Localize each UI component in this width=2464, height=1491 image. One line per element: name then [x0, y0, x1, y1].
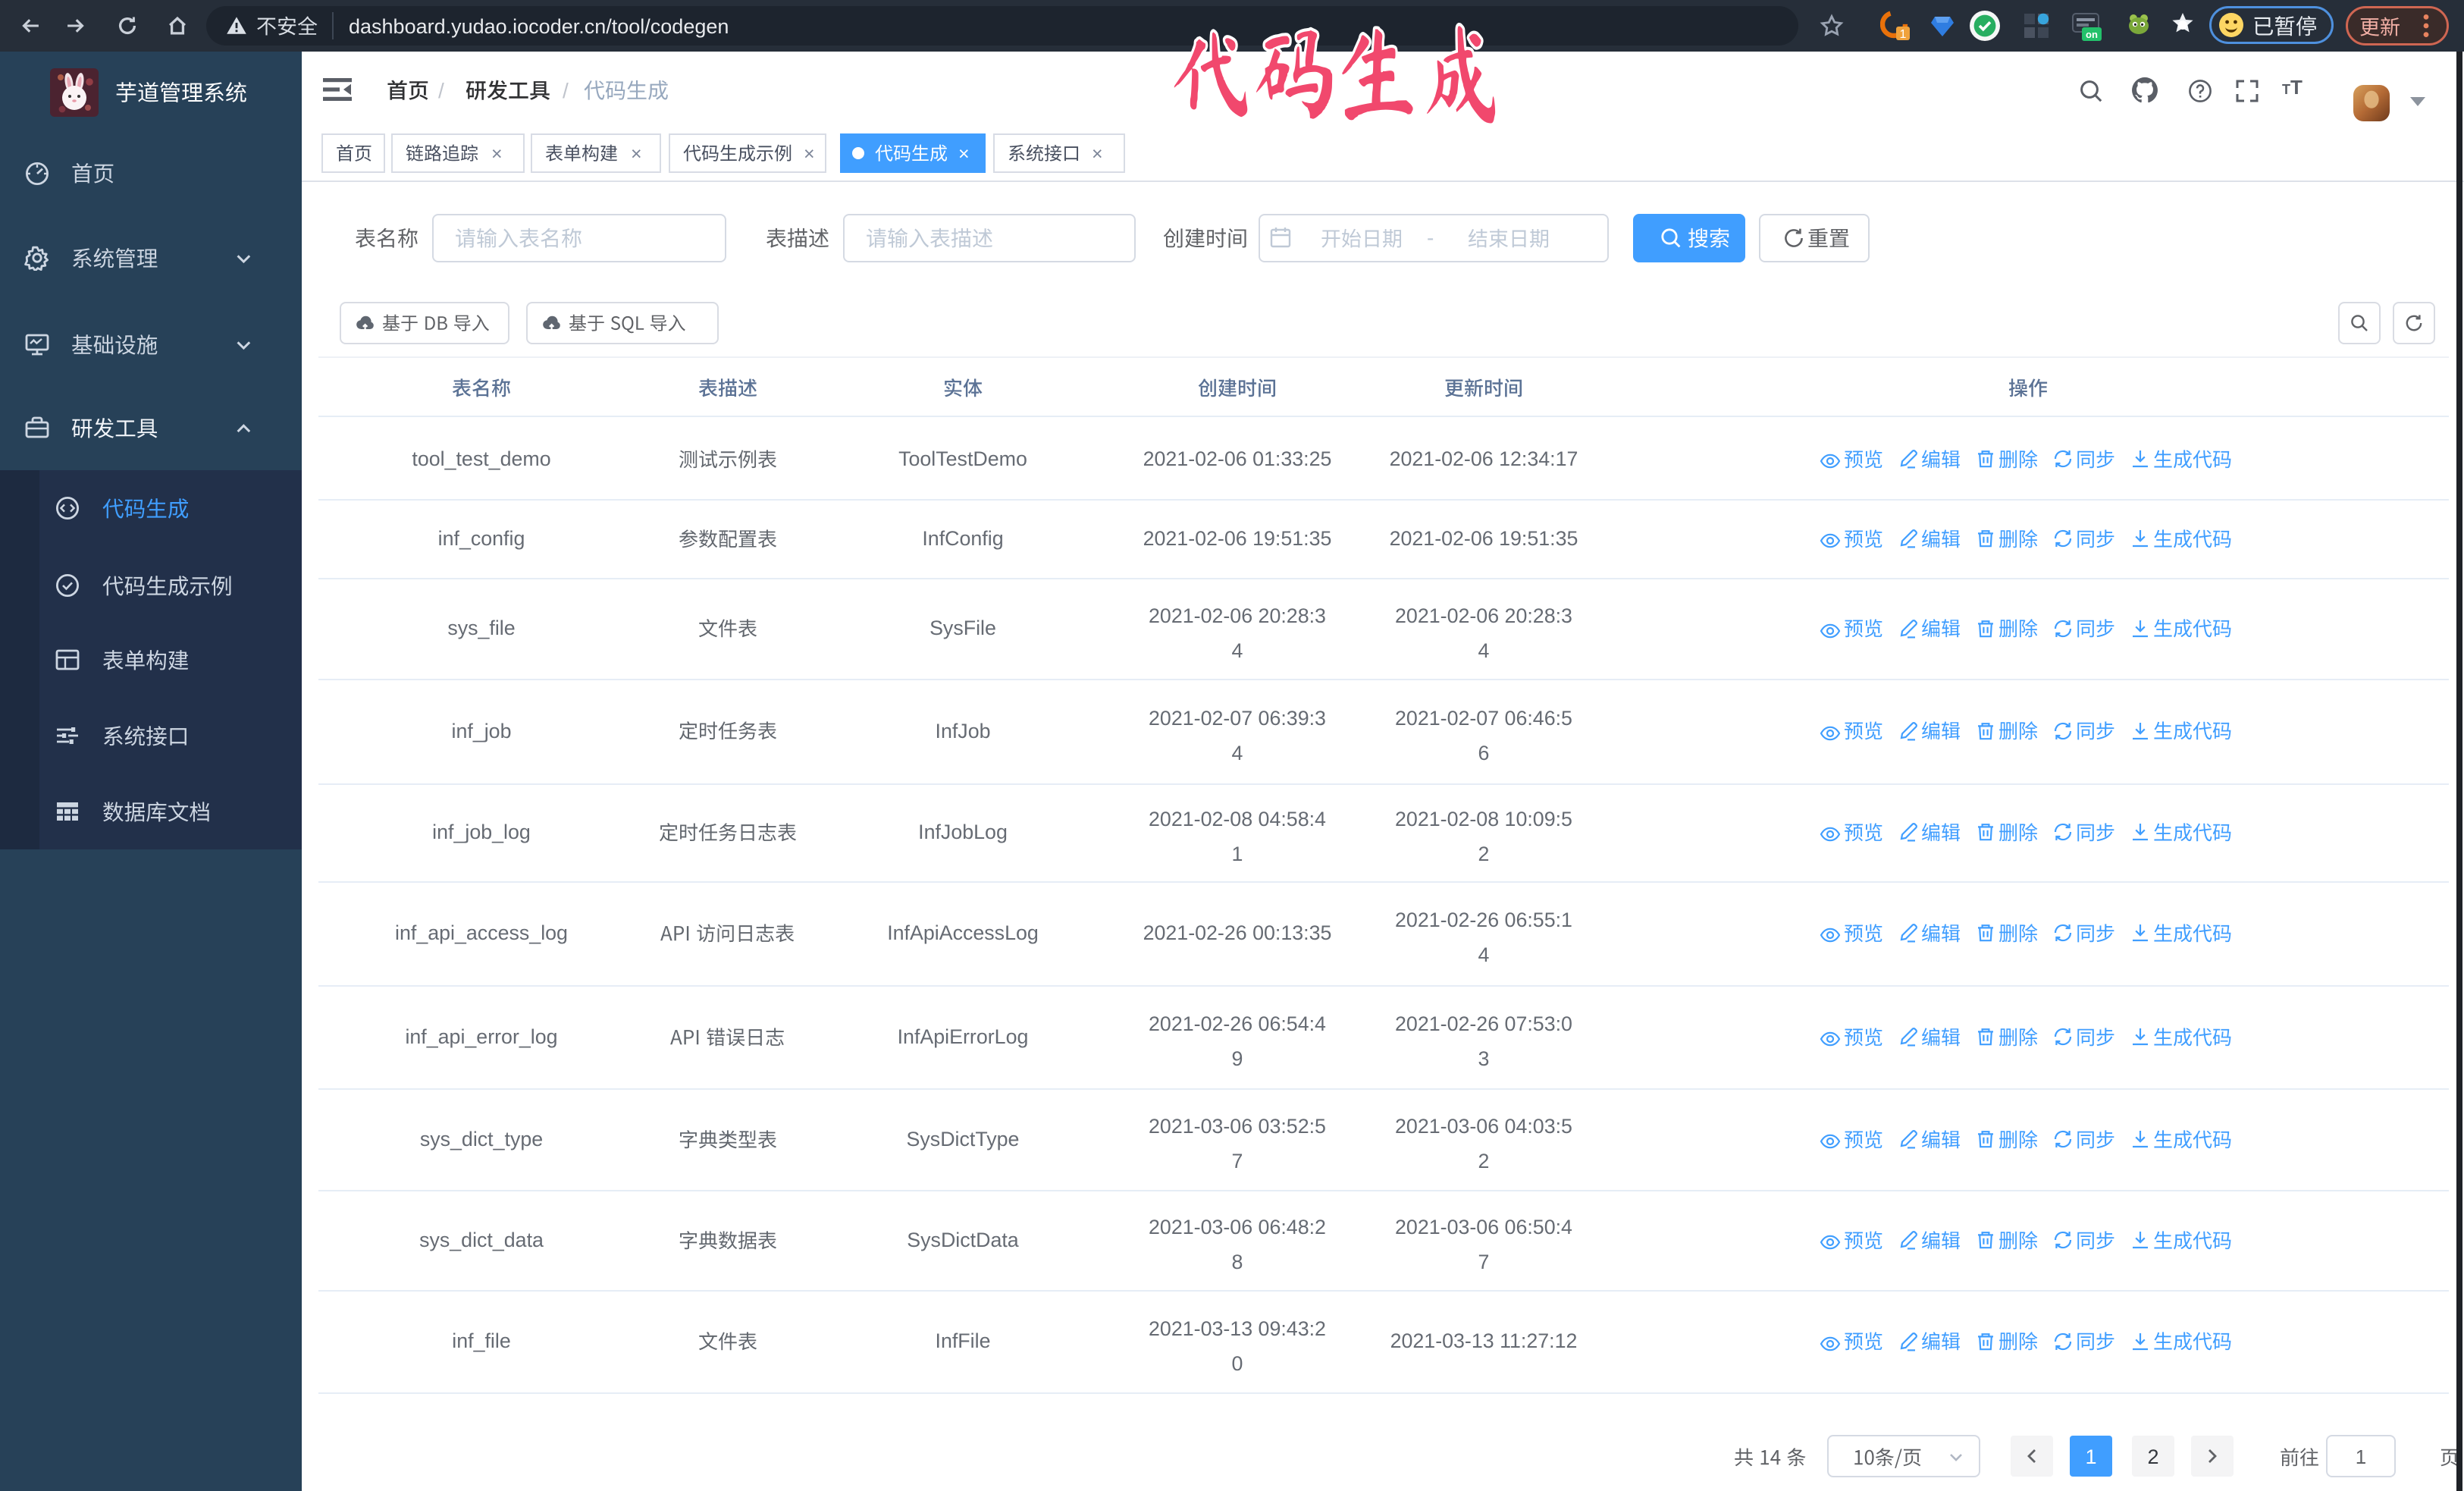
svg-text:1: 1	[1900, 28, 1907, 41]
svg-text:on: on	[2086, 29, 2098, 40]
